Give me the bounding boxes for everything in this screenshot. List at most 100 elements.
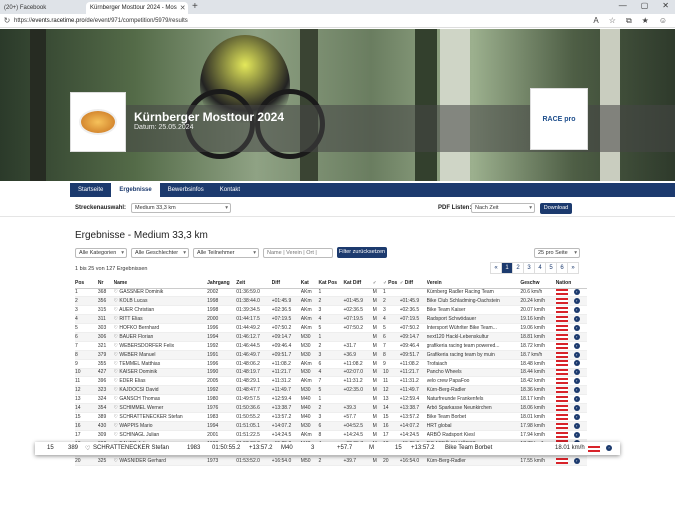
table-row[interactable]: 8 379 ♡ WEBER Manuel 1991 01:46:49.7 +09:51.7…: [75, 350, 587, 360]
nav-kontakt[interactable]: Kontakt: [212, 183, 248, 197]
collections-icon[interactable]: ⧉: [626, 16, 632, 26]
favorite-star-icon[interactable]: ☆: [609, 16, 616, 26]
maximize-icon[interactable]: ▢: [641, 1, 649, 10]
arrow-right-icon[interactable]: ›: [606, 445, 612, 451]
column-header[interactable]: Kat Pos: [318, 279, 344, 289]
nav-startseite[interactable]: Startseite: [70, 183, 111, 197]
table-row[interactable]: 9 355 ♡ TEMMEL Matthias 1996 01:48:06.2 +11:0…: [75, 359, 587, 369]
close-icon[interactable]: ✕: [180, 4, 186, 12]
dragged-row[interactable]: 15 389 ♡ SCHRATTENECKER Stefan 1983 01:5…: [35, 442, 620, 455]
table-row[interactable]: 5 303 ♡ HOFKO Bernhard 1996 01:44:49.2 +07:50…: [75, 323, 587, 333]
table-cell: Bike Team Kaiser: [426, 305, 521, 316]
read-aloud-icon[interactable]: A: [593, 16, 598, 26]
close-window-icon[interactable]: ✕: [662, 1, 669, 10]
category-filter[interactable]: Alle Kategorien: [75, 248, 127, 258]
arrow-right-icon[interactable]: ›: [573, 307, 580, 314]
column-header[interactable]: Zeit: [236, 279, 272, 289]
arrow-right-icon[interactable]: ›: [573, 422, 580, 429]
table-row[interactable]: 17 309 ♡ SCHINAGL Julian 2001 01:51:22.5 +14:…: [75, 430, 587, 440]
tab-facebook[interactable]: (20+) Facebook: [0, 2, 85, 14]
column-header[interactable]: Geschw: [520, 279, 556, 289]
arrow-right-icon[interactable]: ›: [573, 413, 580, 420]
column-header[interactable]: ♂ Pos: [382, 279, 400, 289]
table-cell: 18.7 km/h: [520, 350, 556, 360]
arrow-right-icon[interactable]: ›: [573, 351, 580, 358]
nav-ergebnisse[interactable]: Ergebnisse: [111, 183, 160, 197]
table-row[interactable]: 11 396 ♡ EDER Elias 2005 01:48:29.1 +11:31.2 A…: [75, 376, 587, 387]
arrow-right-icon[interactable]: ›: [573, 458, 580, 465]
column-header[interactable]: ♂ Diff: [399, 279, 427, 289]
column-header[interactable]: Pos: [75, 279, 98, 289]
column-header[interactable]: Diff: [271, 279, 301, 289]
column-header[interactable]: ♂: [372, 279, 383, 289]
table-cell: 20: [75, 456, 98, 467]
url-text[interactable]: https://events.racetime.pro/de/event/971…: [14, 18, 593, 24]
athlete-name: ♡ TEMMEL Matthias: [113, 359, 208, 369]
table-cell: 20.07 km/h: [520, 305, 556, 316]
arrow-right-icon[interactable]: ›: [573, 315, 580, 322]
pdf-select[interactable]: Nach Zeit: [471, 203, 535, 213]
column-header[interactable]: Nr: [97, 279, 114, 289]
austria-flag-icon: [555, 360, 568, 367]
table-row[interactable]: 3 315 ♡ AUER Christian 1998 01:39:34.5 +02:36…: [75, 305, 587, 316]
column-header[interactable]: Jahrgang: [207, 279, 237, 289]
table-row[interactable]: 15 389 ♡ SCHRATTENECKER Stefan 1983 01:50:55…: [75, 412, 587, 422]
table-row[interactable]: 20 325 ♡ WASNIDER Gerhard 1973 01:53:52.0 +16…: [75, 456, 587, 467]
new-tab-icon[interactable]: +: [192, 1, 198, 12]
download-button[interactable]: Download: [540, 203, 572, 214]
table-row[interactable]: 4 311 ♡ RITT Elias 2000 01:44:17.5 +07:19.5 AK…: [75, 314, 587, 325]
arrow-right-icon[interactable]: ›: [573, 395, 580, 402]
sponsor-logo: RACE pro: [530, 88, 588, 150]
arrow-right-icon[interactable]: ›: [573, 289, 580, 296]
table-cell: M: [372, 359, 383, 369]
table-row[interactable]: 7 321 ♡ WEBERSDORFER Felix 1992 01:46:44.5 +0…: [75, 341, 587, 351]
arrow-right-icon[interactable]: ›: [573, 360, 580, 367]
austria-flag-icon: [555, 315, 568, 322]
arrow-right-icon[interactable]: ›: [573, 431, 580, 438]
austria-flag-icon: [555, 431, 568, 438]
minimize-icon[interactable]: —: [619, 1, 627, 10]
per-page-select[interactable]: 25 pro Seite: [534, 248, 580, 258]
column-header[interactable]: Kat Diff: [343, 279, 373, 289]
arrow-right-icon[interactable]: ›: [573, 387, 580, 394]
arrow-right-icon[interactable]: ›: [573, 333, 580, 340]
arrow-right-icon[interactable]: ›: [573, 342, 580, 349]
nation-cell: ›: [555, 385, 587, 396]
arrow-right-icon[interactable]: ›: [573, 298, 580, 305]
arrow-right-icon[interactable]: ›: [573, 378, 580, 385]
table-row[interactable]: 12 323 ♡ KAJDOCSI David 1992 01:48:47.7 +11:4…: [75, 385, 587, 396]
reset-filter-button[interactable]: Filter zurücksetzen: [337, 247, 387, 258]
table-row[interactable]: 14 354 ♡ SCHIMMEL Werner 1976 01:50:36.6 +13:…: [75, 403, 587, 413]
tab-results[interactable]: Kürnberger Mosttour 2024 - Mos ✕: [86, 2, 188, 14]
column-header[interactable]: Nation: [555, 279, 587, 289]
table-cell: 389: [97, 412, 114, 422]
gender-filter[interactable]: Alle Geschlechter: [131, 248, 189, 258]
profile-icon[interactable]: ☺: [659, 16, 667, 26]
austria-flag-icon: [555, 413, 568, 420]
heart-icon[interactable]: ♡: [85, 445, 90, 452]
column-header[interactable]: Kat: [300, 279, 319, 289]
refresh-icon[interactable]: ↻: [0, 16, 14, 25]
nav-bewerbsinfos[interactable]: Bewerbsinfos: [160, 183, 212, 197]
arrow-right-icon[interactable]: ›: [573, 369, 580, 376]
main-nav: Startseite Ergebnisse Bewerbsinfos Konta…: [70, 183, 675, 197]
table-cell: Trofaiach: [426, 359, 521, 369]
page-next[interactable]: »: [567, 262, 579, 274]
participant-filter[interactable]: Alle Teilnehmer: [193, 248, 259, 258]
table-row[interactable]: 1 368 ♡ GASSNER Dominik 2002 01:36:59.0 AKm 1 M…: [75, 288, 587, 298]
favorites-icon[interactable]: ★: [642, 16, 649, 26]
table-row[interactable]: 6 306 ♡ BAUER Florian 1994 01:46:12.7 +09:14.…: [75, 332, 587, 342]
arrow-right-icon[interactable]: ›: [573, 404, 580, 411]
address-bar[interactable]: ↻ https://events.racetime.pro/de/event/9…: [0, 14, 675, 28]
table-row[interactable]: 16 430 ♡ WAPPIS Mario 1994 01:51:05.1 +14:07.…: [75, 421, 587, 431]
table-cell: 15: [382, 412, 400, 422]
arrow-right-icon[interactable]: ›: [573, 324, 580, 331]
table-row[interactable]: 10 427 ♡ KAISER Dominik 1990 01:48:19.7 +11:2…: [75, 368, 587, 378]
column-header[interactable]: Name: [113, 279, 208, 289]
table-row[interactable]: 2 356 ♡ KOLB Lucas 1998 01:38:44.0 +01:45.9 AK…: [75, 296, 587, 307]
column-header[interactable]: Verein: [426, 279, 521, 289]
table-cell: +07:19.5: [271, 314, 301, 325]
search-input[interactable]: [263, 248, 333, 258]
course-select[interactable]: Medium 33,3 km: [131, 203, 231, 213]
table-row[interactable]: 13 324 ♡ GANSCH Thomas 1980 01:49:57.5 +12:59…: [75, 394, 587, 405]
